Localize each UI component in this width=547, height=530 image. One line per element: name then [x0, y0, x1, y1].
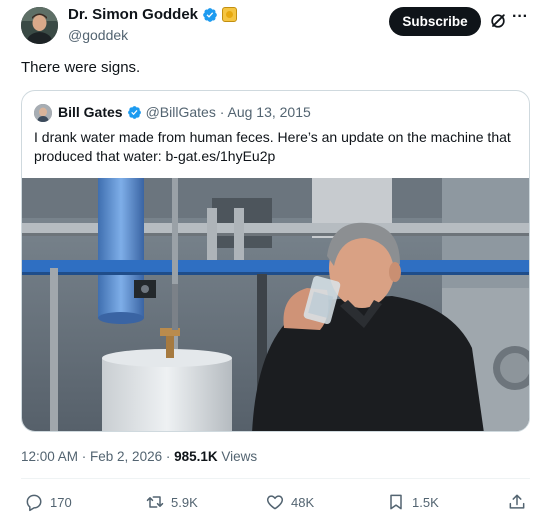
timestamp[interactable]: 12:00 AM · Feb 2, 2026 ·: [21, 449, 174, 464]
like-count: 48K: [291, 494, 315, 510]
author-handle[interactable]: @goddek: [68, 27, 128, 43]
like-button[interactable]: 48K: [265, 492, 314, 512]
bookmark-button[interactable]: 1.5K: [386, 492, 439, 512]
views-count: 985.1K: [174, 449, 218, 464]
author-name[interactable]: Dr. Simon Goddek: [68, 6, 198, 23]
author-avatar[interactable]: [21, 7, 58, 44]
quoted-author-name: Bill Gates: [58, 104, 123, 120]
more-icon[interactable]: ···: [512, 8, 528, 26]
timestamp-row: 12:00 AM · Feb 2, 2026 · 985.1K Views: [21, 449, 257, 464]
share-icon: [509, 494, 525, 509]
verified-badge-icon: [203, 7, 217, 22]
repost-button[interactable]: 5.9K: [145, 492, 198, 512]
quoted-author-avatar: [34, 104, 52, 122]
subscribe-button[interactable]: Subscribe: [389, 7, 481, 36]
reply-button[interactable]: 170: [24, 492, 72, 512]
tweet: Dr. Simon Goddek @goddek Subscribe ··· T…: [0, 0, 547, 530]
quoted-handle-date: @BillGates · Aug 13, 2015: [145, 104, 311, 120]
quoted-tweet[interactable]: Bill Gates @BillGates · Aug 13, 2015 I d…: [21, 90, 530, 432]
reply-icon: [26, 494, 42, 512]
share-button[interactable]: [507, 492, 527, 512]
reply-count: 170: [50, 494, 72, 510]
repost-count: 5.9K: [171, 494, 198, 510]
divider: [21, 478, 530, 479]
bookmark-icon: [390, 494, 402, 510]
views-label: Views: [217, 449, 258, 464]
verified-badge-icon: [127, 105, 141, 119]
quoted-header: Bill Gates @BillGates · Aug 13, 2015: [58, 104, 311, 120]
author-name-row[interactable]: Dr. Simon Goddek: [68, 6, 238, 23]
grok-icon[interactable]: [488, 11, 508, 31]
tweet-text: There were signs.: [21, 59, 141, 76]
heart-icon: [266, 495, 284, 510]
quoted-photo[interactable]: [22, 178, 529, 431]
repost-icon: [146, 496, 164, 508]
bookmark-count: 1.5K: [412, 494, 439, 510]
quoted-text: I drank water made from human feces. Her…: [34, 129, 511, 164]
affiliate-badge-icon: [222, 7, 238, 22]
